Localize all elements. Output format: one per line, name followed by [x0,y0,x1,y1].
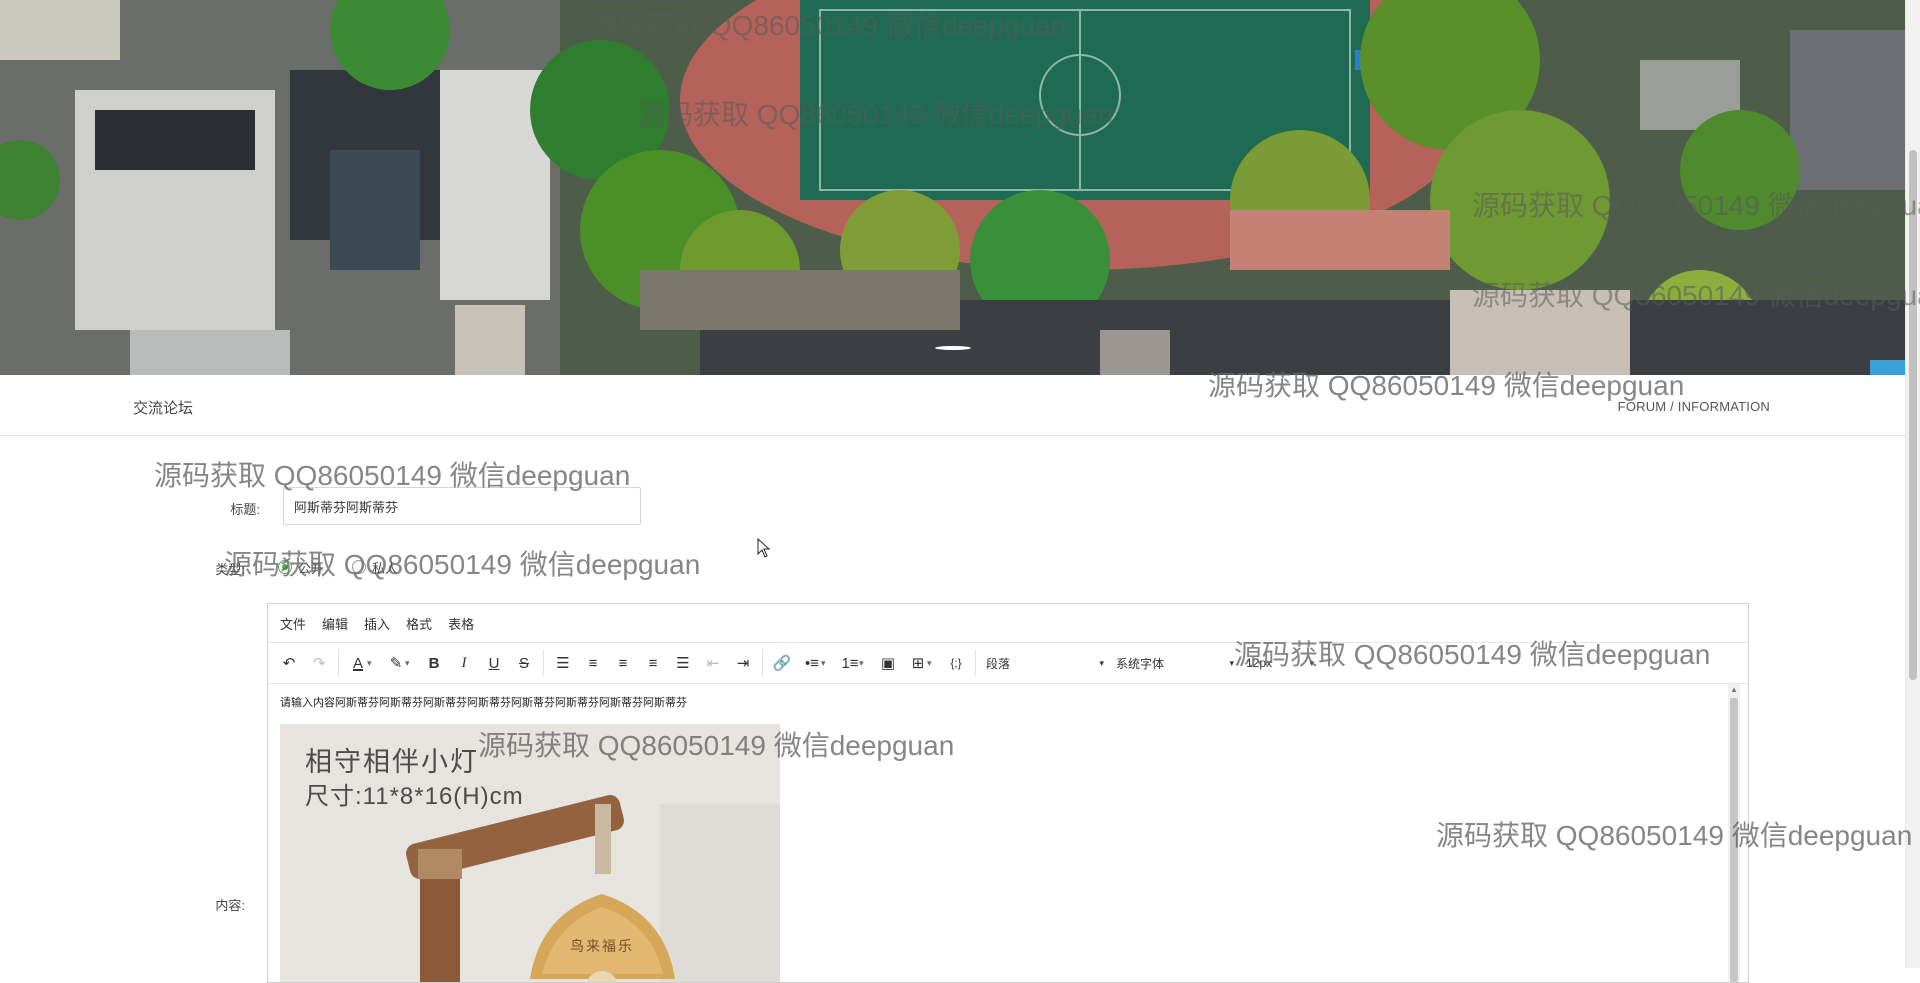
link-icon[interactable]: 🔗 [767,648,797,678]
mouse-cursor-icon [757,538,771,558]
chevron-down-icon: ▾ [1099,657,1104,668]
editor-menubar: 文件 编辑 插入 格式 表格 [268,604,1748,643]
strikethrough-icon[interactable]: S [509,648,539,678]
block-format-value: 段落 [986,656,1011,671]
breadcrumb: FORUM / INFORMATION [1617,399,1770,414]
image-icon[interactable]: ▣ [873,648,903,678]
image-shade-text: 鸟来福乐 [570,938,634,954]
editor-scrollbar-thumb[interactable] [1730,698,1738,982]
editor-toolbar: ↶ ↷ A ▾ ✎ ▾ B I U S ☰ ≡ ≡ ≡ ☰ ⇤ ⇥ 🔗 •≡ ▾… [268,643,1748,684]
hero-banner-image [0,0,1906,375]
bold-icon[interactable]: B [419,648,449,678]
font-size-value: 12px [1246,656,1273,670]
toolbar-divider [762,650,763,676]
align-right-icon[interactable]: ≡ [638,648,668,678]
image-caption-line2: 尺寸:11*8*16(H)cm [305,783,524,810]
content-label: 内容: [215,898,245,913]
code-icon[interactable]: {;} [941,648,971,678]
title-input[interactable] [283,487,641,525]
outdent-icon[interactable]: ⇤ [698,648,728,678]
type-radio-group: 公开 私人 [278,555,420,579]
redo-icon[interactable]: ↷ [304,648,334,678]
radio-public-label[interactable]: 公开 [298,558,324,577]
type-label: 类型: [215,562,245,577]
page-scrollbar-thumb[interactable] [1909,150,1917,680]
editor-scrollbar[interactable]: ▲ [1728,684,1740,982]
underline-icon[interactable]: U [479,648,509,678]
scroll-up-icon[interactable]: ▲ [1728,684,1740,696]
chevron-down-icon[interactable]: ▾ [405,658,415,669]
menu-format[interactable]: 格式 [406,614,432,633]
undo-icon[interactable]: ↶ [274,648,304,678]
page-scrollbar[interactable] [1905,0,1920,968]
line-height-icon[interactable]: ☰ [548,648,578,678]
indent-icon[interactable]: ⇥ [728,648,758,678]
font-size-select[interactable]: 12px ▾ [1240,648,1320,678]
menu-file[interactable]: 文件 [280,614,306,633]
menu-edit[interactable]: 编辑 [322,614,348,633]
block-format-select[interactable]: 段落 ▾ [980,648,1110,678]
rich-text-editor: 文件 编辑 插入 格式 表格 ↶ ↷ A ▾ ✎ ▾ B I U S ☰ ≡ ≡… [267,603,1749,983]
toolbar-divider [543,650,544,676]
italic-icon[interactable]: I [449,648,479,678]
toolbar-divider [975,650,976,676]
page-header: 交流论坛 FORUM / INFORMATION [0,375,1906,436]
font-family-select[interactable]: 系统字体 ▾ [1110,648,1240,678]
chevron-down-icon[interactable]: ▾ [927,658,937,669]
editor-body-text: 请输入内容阿斯蒂芬阿斯蒂芬阿斯蒂芬阿斯蒂芬阿斯蒂芬阿斯蒂芬阿斯蒂芬阿斯蒂芬 [280,697,687,709]
radio-private-label[interactable]: 私人 [372,558,398,577]
align-center-icon[interactable]: ≡ [608,648,638,678]
toolbar-divider [338,650,339,676]
image-caption-line1: 相守相伴小灯 [305,747,479,777]
font-family-value: 系统字体 [1116,656,1165,671]
editor-content[interactable]: 请输入内容阿斯蒂芬阿斯蒂芬阿斯蒂芬阿斯蒂芬阿斯蒂芬阿斯蒂芬阿斯蒂芬阿斯蒂芬 相守… [268,684,1748,982]
justify-icon[interactable]: ☰ [668,648,698,678]
chevron-down-icon: ▾ [1309,657,1314,668]
chevron-down-icon[interactable]: ▾ [859,658,869,669]
menu-table[interactable]: 表格 [448,614,474,633]
chevron-down-icon[interactable]: ▾ [821,658,831,669]
title-label: 标题: [230,502,260,517]
menu-insert[interactable]: 插入 [364,614,390,633]
radio-public[interactable] [278,560,292,574]
align-left-icon[interactable]: ≡ [578,648,608,678]
radio-private[interactable] [352,560,367,574]
product-image[interactable]: 相守相伴小灯 尺寸:11*8*16(H)cm 鸟来福乐 [280,724,780,982]
chevron-down-icon: ▾ [1229,657,1234,668]
page-title: 交流论坛 [133,400,194,417]
chevron-down-icon[interactable]: ▾ [367,658,377,669]
